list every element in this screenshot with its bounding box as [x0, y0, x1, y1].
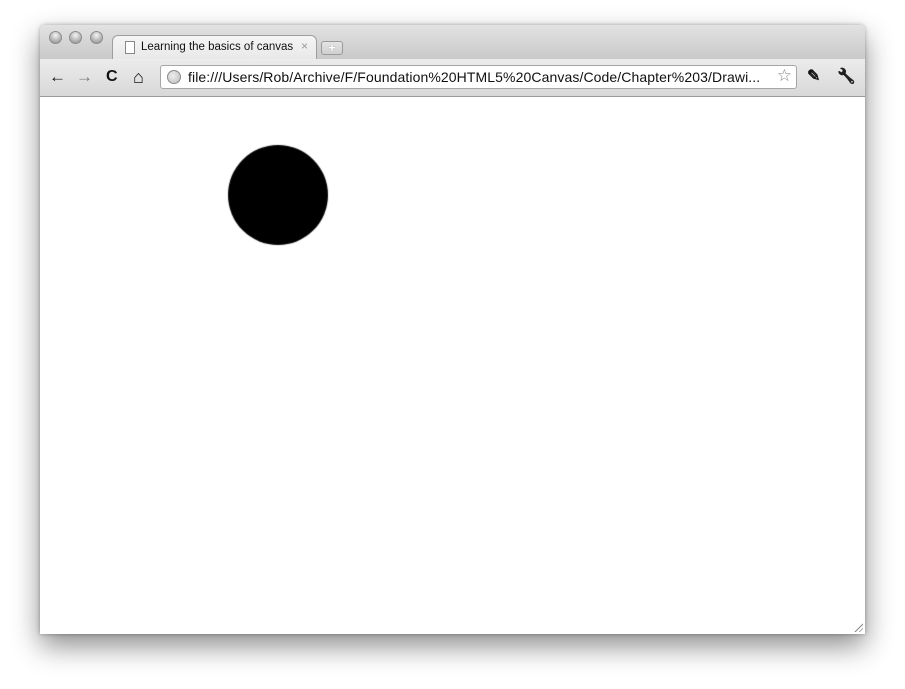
globe-icon	[167, 70, 181, 84]
zoom-window-button[interactable]	[90, 31, 103, 44]
close-window-button[interactable]	[49, 31, 62, 44]
toolbar: ← → C ⌂ file:///Users/Rob/Archive/F/Foun…	[40, 59, 865, 97]
bookmark-star-icon[interactable]: ☆	[777, 66, 792, 86]
title-bar: Learning the basics of canvas × +	[40, 25, 865, 60]
home-icon[interactable]: ⌂	[133, 67, 144, 87]
browser-window: Learning the basics of canvas × + ← → C …	[40, 25, 865, 634]
forward-icon[interactable]: →	[76, 67, 93, 87]
close-tab-icon[interactable]: ×	[301, 39, 308, 53]
url-text[interactable]: file:///Users/Rob/Archive/F/Foundation%2…	[188, 69, 760, 85]
page-menu-icon[interactable]: ✎	[807, 67, 820, 87]
page-content	[40, 97, 865, 634]
address-bar[interactable]: file:///Users/Rob/Archive/F/Foundation%2…	[160, 65, 797, 89]
page-icon	[125, 41, 135, 54]
new-tab-button[interactable]: +	[321, 41, 343, 55]
reload-icon[interactable]: C	[106, 67, 118, 87]
tab-learning-canvas[interactable]: Learning the basics of canvas ×	[112, 35, 317, 60]
minimize-window-button[interactable]	[69, 31, 82, 44]
tab-title: Learning the basics of canvas	[141, 41, 294, 53]
wrench-icon[interactable]: 🔧	[837, 67, 856, 87]
drawing-canvas	[40, 97, 865, 634]
back-icon[interactable]: ←	[49, 67, 66, 87]
